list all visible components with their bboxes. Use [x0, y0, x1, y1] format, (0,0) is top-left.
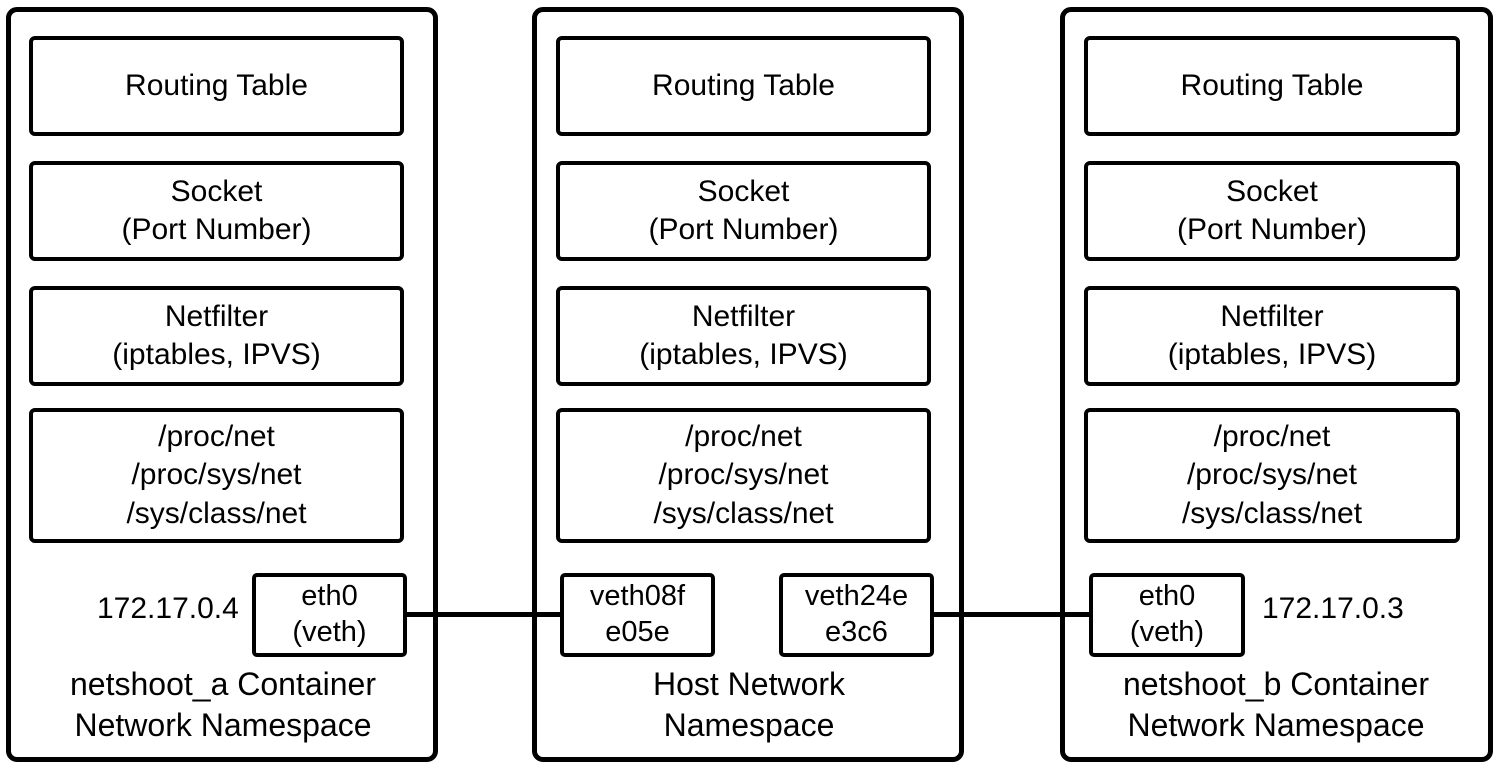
- procfs-label-line1: /proc/net: [158, 420, 275, 454]
- netfilter-label-line2: (iptables, IPVS): [1167, 338, 1377, 371]
- namespace-caption-netshoot-a-line1: netshoot_a Container: [70, 666, 376, 702]
- routing-table-label: Routing Table: [1180, 68, 1364, 102]
- component-socket-host: Socket (Port Number): [556, 161, 931, 261]
- diagram-canvas: Routing Table Socket (Port Number) Netfi…: [0, 0, 1499, 770]
- namespace-caption-netshoot-b-line2: Network Namespace: [1127, 706, 1425, 743]
- procfs-label-line3: /sys/class/net: [1181, 496, 1363, 530]
- component-routing-table-netshoot-a: Routing Table: [29, 36, 404, 136]
- namespace-caption-netshoot-a-line2: Network Namespace: [74, 706, 372, 743]
- interface-type-eth0-netshoot-a: (veth): [292, 616, 367, 648]
- socket-label-line2: (Port Number): [648, 213, 839, 246]
- interface-name-veth24ee3c6-line2: e3c6: [825, 616, 888, 648]
- procfs-label-line2: /proc/sys/net: [1186, 458, 1358, 492]
- interface-name-veth08fe05e-line2: e05e: [605, 616, 670, 648]
- interface-box-veth24ee3c6-host: veth24e e3c6: [779, 573, 934, 657]
- component-routing-table-host: Routing Table: [556, 36, 931, 136]
- socket-label-line1: Socket: [170, 174, 263, 208]
- ip-address-netshoot-b: 172.17.0.3: [1262, 592, 1404, 625]
- netfilter-label-line1: Netfilter: [1220, 299, 1324, 333]
- component-netfilter-netshoot-a: Netfilter (iptables, IPVS): [29, 286, 404, 386]
- component-procfs-host: /proc/net /proc/sys/net /sys/class/net: [556, 408, 931, 543]
- component-netfilter-netshoot-b: Netfilter (iptables, IPVS): [1084, 286, 1460, 386]
- interface-box-eth0-netshoot-a: eth0 (veth): [252, 573, 407, 657]
- socket-label-line1: Socket: [697, 174, 790, 208]
- procfs-label-line2: /proc/sys/net: [131, 458, 302, 492]
- component-procfs-netshoot-a: /proc/net /proc/sys/net /sys/class/net: [29, 408, 404, 543]
- interface-name-eth0-netshoot-a: eth0: [301, 580, 358, 613]
- netfilter-label-line2: (iptables, IPVS): [112, 338, 321, 371]
- procfs-label-line1: /proc/net: [685, 420, 802, 454]
- interface-name-veth24ee3c6-line1: veth24e: [804, 580, 909, 613]
- namespace-caption-host-line2: Namespace: [663, 706, 835, 743]
- socket-label-line2: (Port Number): [1176, 213, 1368, 246]
- procfs-label-line3: /sys/class/net: [653, 496, 834, 530]
- component-netfilter-host: Netfilter (iptables, IPVS): [556, 286, 931, 386]
- interface-box-veth08fe05e-host: veth08f e05e: [560, 573, 715, 657]
- component-socket-netshoot-b: Socket (Port Number): [1084, 161, 1460, 261]
- namespace-caption-netshoot-b: netshoot_b Container Network Namespace: [1066, 664, 1486, 746]
- namespace-caption-netshoot-a: netshoot_a Container Network Namespace: [14, 664, 432, 746]
- netfilter-label-line1: Netfilter: [691, 299, 796, 333]
- interface-name-eth0-netshoot-b: eth0: [1138, 580, 1196, 613]
- interface-type-eth0-netshoot-b: (veth): [1129, 616, 1205, 648]
- component-socket-netshoot-a: Socket (Port Number): [29, 161, 404, 261]
- routing-table-label: Routing Table: [652, 68, 835, 102]
- component-routing-table-netshoot-b: Routing Table: [1084, 36, 1460, 136]
- namespace-caption-host: Host Network Namespace: [540, 664, 958, 746]
- interface-box-eth0-netshoot-b: eth0 (veth): [1089, 573, 1245, 657]
- ip-address-netshoot-a: 172.17.0.4: [97, 592, 239, 625]
- namespace-caption-netshoot-b-line1: netshoot_b Container: [1123, 666, 1429, 702]
- procfs-label-line2: /proc/sys/net: [658, 458, 829, 492]
- netfilter-label-line1: Netfilter: [164, 299, 269, 333]
- procfs-label-line1: /proc/net: [1213, 420, 1331, 454]
- interface-name-veth08fe05e-line1: veth08f: [589, 580, 686, 613]
- socket-label-line2: (Port Number): [121, 213, 312, 246]
- routing-table-label: Routing Table: [125, 68, 308, 102]
- veth-pair-link-netshoot-a-to-host: [404, 612, 564, 617]
- socket-label-line1: Socket: [1226, 174, 1318, 208]
- namespace-caption-host-line1: Host Network: [652, 666, 846, 702]
- netfilter-label-line2: (iptables, IPVS): [639, 338, 848, 371]
- component-procfs-netshoot-b: /proc/net /proc/sys/net /sys/class/net: [1084, 408, 1460, 543]
- veth-pair-link-host-to-netshoot-b: [930, 612, 1091, 617]
- procfs-label-line3: /sys/class/net: [126, 496, 307, 530]
